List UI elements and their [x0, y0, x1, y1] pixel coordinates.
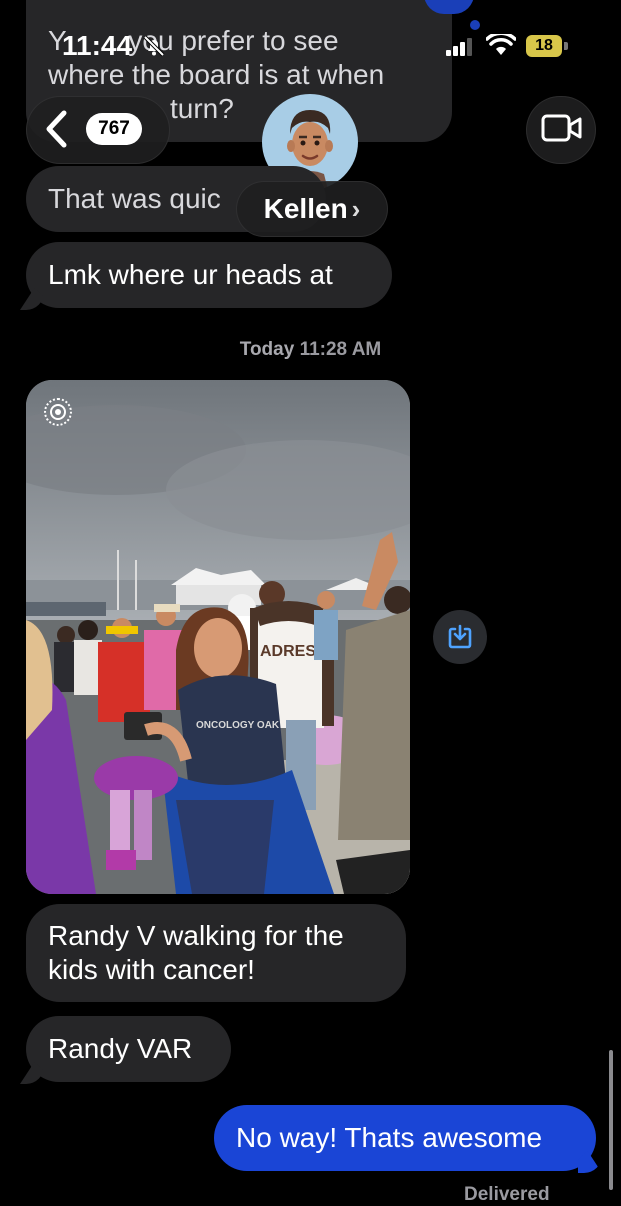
message-text: Randy V walking for the kids with cancer…: [48, 920, 344, 985]
message-text: No way! Thats awesome: [236, 1122, 543, 1153]
cellular-signal-icon: [446, 38, 474, 61]
message-bubble-randy-var[interactable]: Randy VAR: [26, 1016, 231, 1082]
message-bubble-lmk[interactable]: Lmk where ur heads at: [26, 242, 392, 308]
message-text: Randy VAR: [48, 1033, 193, 1064]
live-photo-icon[interactable]: [44, 398, 72, 426]
battery-tip: [564, 42, 568, 50]
message-text: Lmk where ur heads at: [48, 259, 333, 290]
message-bubble-outgoing[interactable]: No way! Thats awesome: [214, 1105, 596, 1171]
event-photo-image: ADRES ONCOLOGY OAK: [26, 380, 410, 894]
contact-name: Kellen: [263, 193, 348, 224]
silent-bell-icon: [142, 34, 166, 58]
video-camera-icon: [541, 114, 583, 147]
unread-count-badge: 767: [86, 113, 142, 145]
message-timestamp: Today 11:28 AM: [239, 339, 382, 360]
shirt-text: ONCOLOGY OAK: [196, 720, 280, 731]
chevron-right-icon: ›: [351, 193, 361, 224]
battery-level: 18: [535, 37, 553, 54]
contact-name-button[interactable]: Kellen ›: [236, 181, 388, 237]
message-bubble-randy-v[interactable]: Randy V walking for the kids with cancer…: [26, 904, 406, 1002]
chevron-left-icon: [44, 110, 70, 153]
wifi-icon: [485, 31, 517, 61]
typing-bubble-dot: [470, 20, 480, 30]
scroll-indicator[interactable]: [609, 1050, 613, 1190]
jersey-text: ADRES: [260, 643, 316, 660]
save-photo-button[interactable]: [433, 610, 487, 664]
delivered-status: Delivered: [464, 1184, 550, 1205]
download-icon: [448, 624, 472, 649]
message-text: That was quic: [48, 183, 221, 214]
status-time: 11:44: [62, 30, 133, 61]
photo-attachment[interactable]: ADRES ONCOLOGY OAK: [26, 380, 410, 894]
battery-icon: 18: [526, 35, 562, 57]
